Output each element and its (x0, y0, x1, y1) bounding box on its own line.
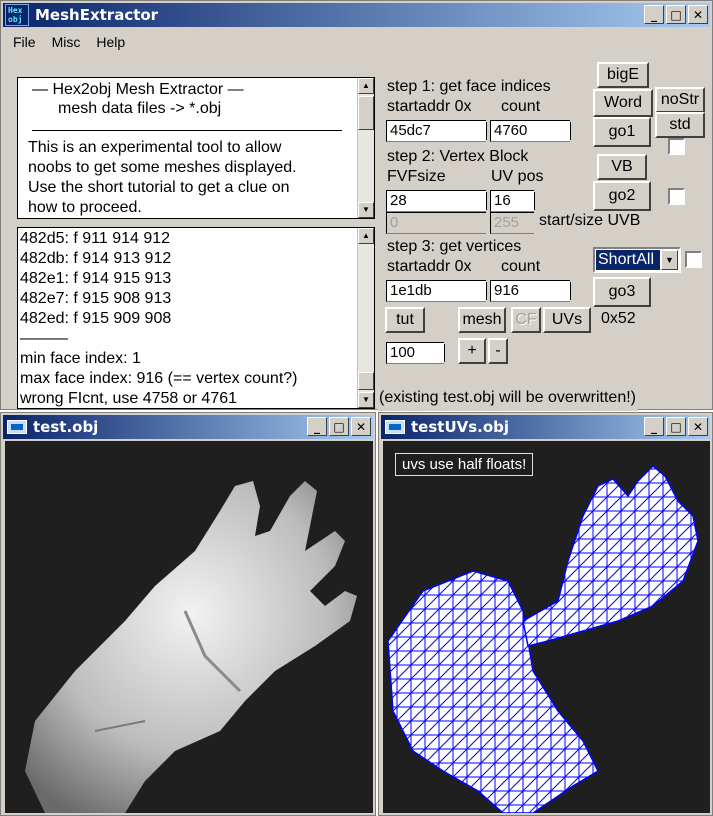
uv-viewport[interactable]: uvs use half floats! (383, 441, 710, 814)
scroll-up-icon[interactable]: ▲ (358, 228, 374, 244)
log-separator: ——— (20, 330, 68, 347)
minimize-icon[interactable]: _ (644, 5, 664, 24)
step2-uvpos-label: UV pos (489, 168, 587, 190)
log-line-5: 482ed: f 915 909 908 (20, 310, 172, 327)
info-textbox[interactable]: — Hex2obj Mesh Extractor — mesh data fil… (17, 77, 375, 219)
menu-misc[interactable]: Misc (52, 34, 81, 50)
info-subheading: mesh data files -> *.obj (58, 100, 222, 117)
cf-button: CF (511, 307, 541, 333)
step1-count-label: count (489, 98, 587, 120)
uvb-start-input: 0 (386, 212, 486, 234)
info-body-4: how to proceed. (28, 199, 142, 216)
test-obj-titlebar[interactable]: test.obj _ □ ✕ (3, 415, 373, 439)
glove-mesh-render (25, 481, 357, 813)
log-scrollbar[interactable]: ▲ ▼ (357, 228, 374, 408)
log-summary-3: wrong FIcnt, use 4758 or 4761 (20, 390, 238, 407)
overwrite-warning: (existing test.obj will be overwritten!) (377, 389, 638, 411)
scroll-thumb[interactable] (358, 372, 374, 390)
log-line-3: 482e1: f 914 915 913 (20, 270, 172, 287)
hex-readout: 0x52 (597, 310, 641, 332)
log-line-2: 482db: f 914 913 912 (20, 250, 172, 267)
obj-viewer-icon (7, 420, 27, 434)
scroll-up-icon[interactable]: ▲ (358, 78, 374, 94)
window-title: MeshExtractor (35, 6, 159, 24)
info-scrollbar[interactable]: ▲ ▼ (357, 78, 374, 218)
info-divider (32, 130, 342, 131)
step3-count-label: count (489, 258, 587, 280)
menu-help[interactable]: Help (96, 34, 125, 50)
step1-checkbox[interactable] (668, 138, 685, 155)
step2-checkbox[interactable] (668, 188, 685, 205)
go1-button[interactable]: go1 (593, 117, 651, 147)
app-logo-icon: Hex obj (5, 4, 29, 26)
menu-bar: File Misc Help (3, 29, 710, 55)
log-textbox[interactable]: 482d5: f 911 914 912 482db: f 914 913 91… (17, 227, 375, 409)
maximize-icon[interactable]: □ (329, 417, 349, 436)
step3-checkbox[interactable] (685, 251, 702, 268)
chevron-down-icon[interactable]: ▼ (661, 250, 678, 270)
uvpos-input[interactable]: 16 (490, 190, 535, 212)
scroll-down-icon[interactable]: ▼ (358, 202, 374, 218)
uvb-size-input: 255 (490, 212, 534, 234)
mesh-viewport[interactable] (5, 441, 373, 813)
step3-startaddr-label: startaddr 0x (385, 258, 489, 280)
step2-fvfsize-label: FVFsize (385, 168, 489, 190)
menu-file[interactable]: File (13, 34, 36, 50)
test-obj-title: test.obj (33, 418, 99, 436)
plus-button[interactable]: + (458, 338, 486, 364)
main-titlebar[interactable]: Hex obj MeshExtractor _ □ ✕ (3, 3, 710, 27)
log-line-4: 482e7: f 915 908 913 (20, 290, 172, 307)
info-body-2: noobs to get some meshes displayed. (28, 159, 297, 176)
minus-button[interactable]: - (488, 338, 508, 364)
maximize-icon[interactable]: □ (666, 417, 686, 436)
close-icon[interactable]: ✕ (688, 5, 708, 24)
info-heading: — Hex2obj Mesh Extractor — (32, 81, 244, 98)
tut-button[interactable]: tut (385, 307, 425, 333)
go3-button[interactable]: go3 (593, 277, 651, 307)
minimize-icon[interactable]: _ (644, 417, 664, 436)
main-window: Hex obj MeshExtractor _ □ ✕ File Misc He… (0, 0, 713, 411)
step1-title: step 1: get face indices (385, 78, 587, 100)
format-select[interactable]: ShortAll ▼ (593, 247, 681, 273)
nostr-button[interactable]: noStr (655, 87, 705, 113)
test-uvs-title: testUVs.obj (411, 418, 510, 436)
step1-count-input[interactable]: 4760 (490, 120, 571, 142)
log-line-1: 482d5: f 911 914 912 (20, 230, 171, 247)
log-summary-1: min face index: 1 (20, 350, 141, 367)
mesh-button[interactable]: mesh (458, 307, 506, 333)
maximize-icon[interactable]: □ (666, 5, 686, 24)
test-obj-window: test.obj _ □ ✕ (0, 412, 376, 816)
test-uvs-titlebar[interactable]: testUVs.obj _ □ ✕ (381, 415, 710, 439)
fvfsize-input[interactable]: 28 (386, 190, 487, 212)
scroll-thumb[interactable] (358, 96, 374, 130)
uvb-label: start/size UVB (537, 212, 643, 234)
scroll-down-icon[interactable]: ▼ (358, 392, 374, 408)
obj-viewer-icon (385, 420, 405, 434)
test-uvs-window: testUVs.obj _ □ ✕ uvs use half floats! (378, 412, 713, 816)
step3-title: step 3: get vertices (385, 238, 587, 260)
close-icon[interactable]: ✕ (688, 417, 708, 436)
go2-button[interactable]: go2 (593, 181, 651, 211)
uv-half-float-note: uvs use half floats! (395, 453, 534, 476)
uvs-button[interactable]: UVs (543, 307, 591, 333)
word-button[interactable]: Word (593, 89, 653, 117)
std-button[interactable]: std (655, 112, 705, 138)
vb-button[interactable]: VB (597, 154, 647, 180)
step1-startaddr-label: startaddr 0x (385, 98, 489, 120)
step2-title: step 2: Vertex Block (385, 148, 587, 170)
info-body-1: This is an experimental tool to allow (28, 139, 282, 156)
close-icon[interactable]: ✕ (351, 417, 371, 436)
minimize-icon[interactable]: _ (307, 417, 327, 436)
info-body-3: Use the short tutorial to get a clue on (28, 179, 290, 196)
log-summary-2: max face index: 916 (== vertex count?) (20, 370, 298, 387)
step3-count-input[interactable]: 916 (490, 280, 571, 302)
bigE-button[interactable]: bigE (597, 62, 649, 88)
step1-startaddr-input[interactable]: 45dc7 (386, 120, 487, 142)
step-value-input[interactable]: 100 (386, 342, 445, 364)
step3-startaddr-input[interactable]: 1e1db (386, 280, 487, 302)
uv-wireframe (387, 464, 699, 814)
